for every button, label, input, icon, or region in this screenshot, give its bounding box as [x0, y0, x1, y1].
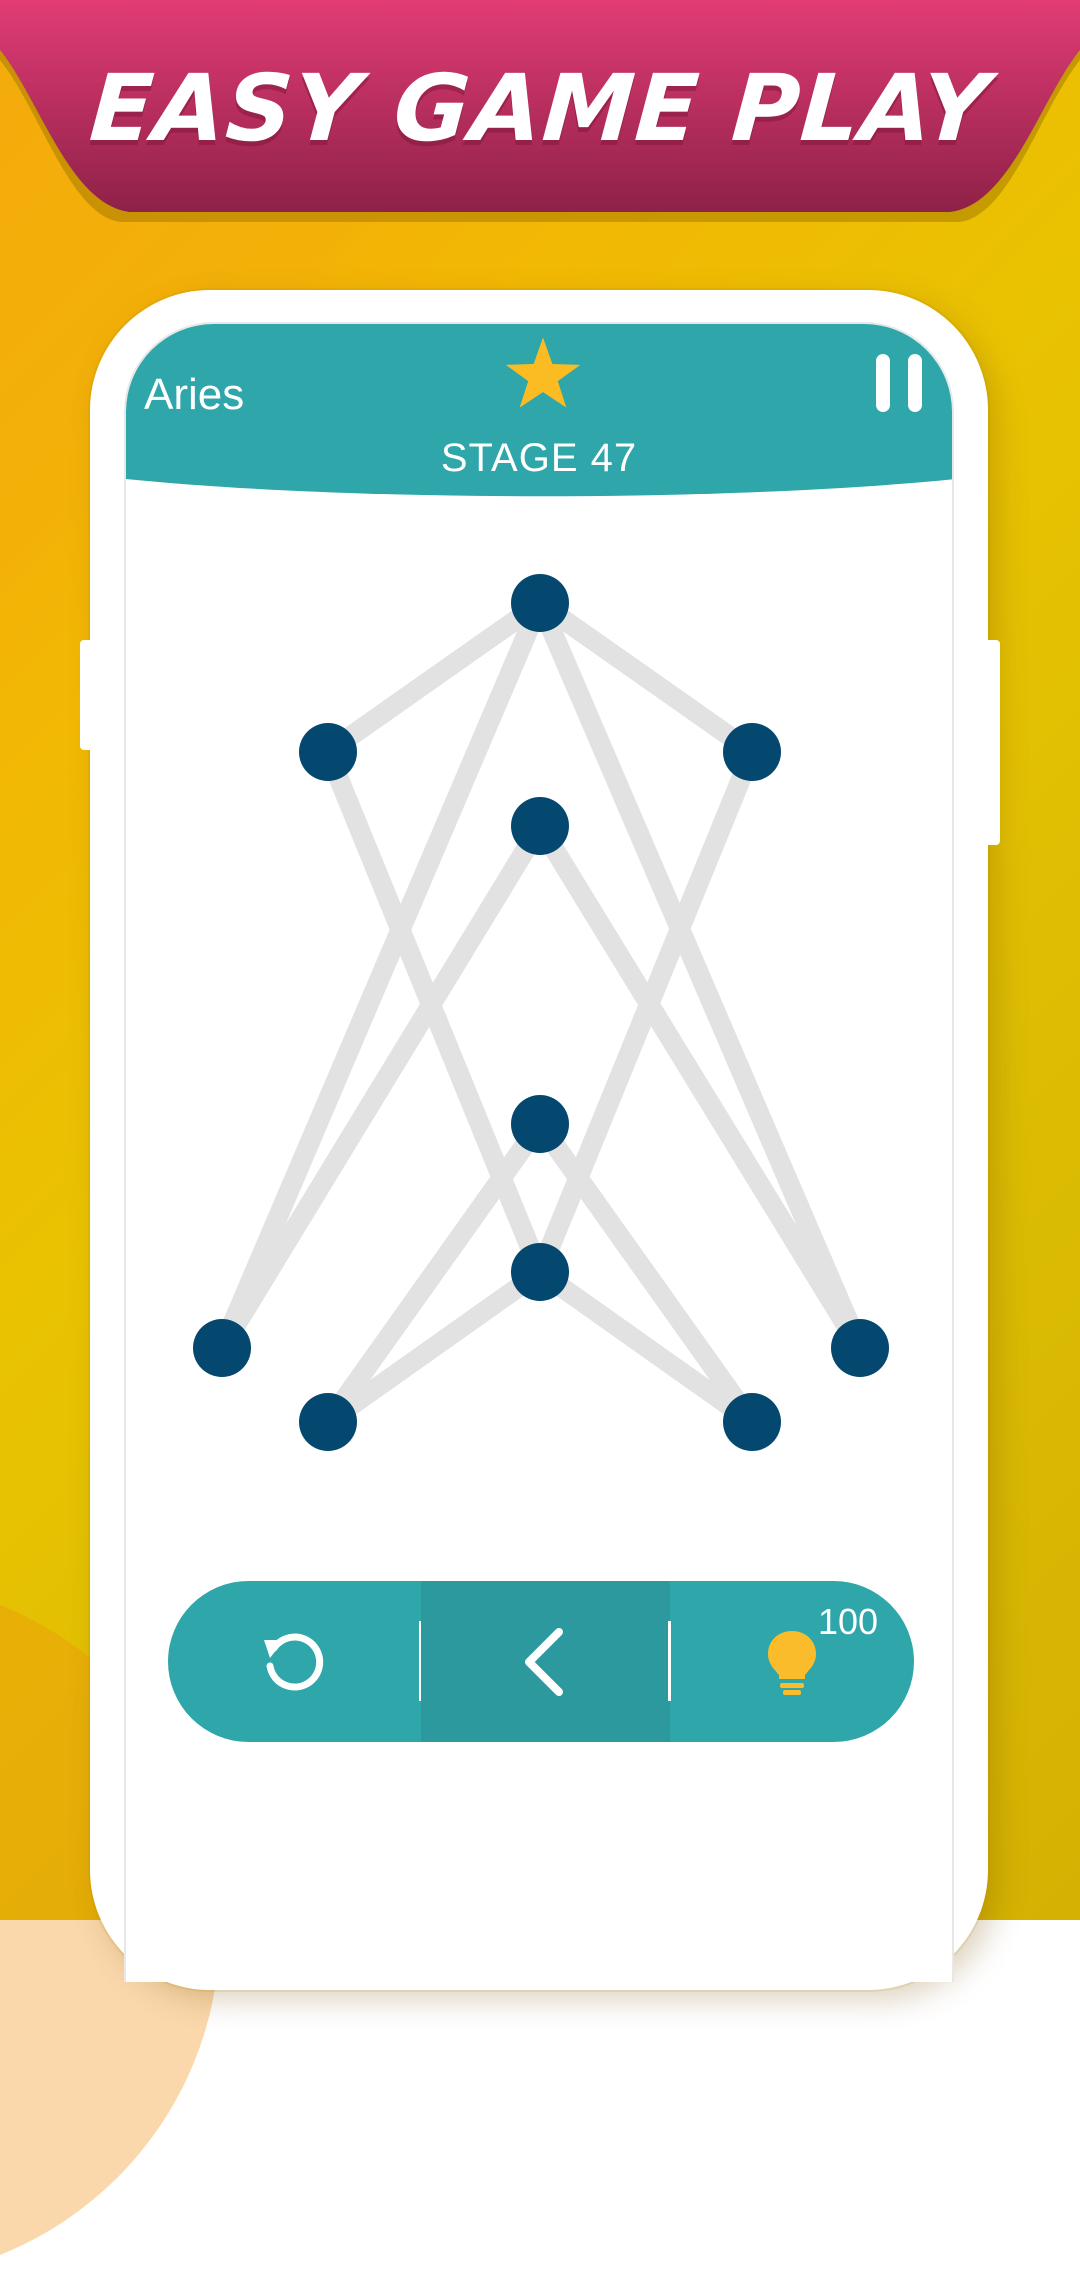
- pause-button[interactable]: [874, 354, 926, 416]
- puzzle-dot[interactable]: [511, 1095, 569, 1153]
- pause-icon-bar-left: [876, 354, 890, 412]
- bottom-toolbar: 100: [168, 1581, 914, 1742]
- undo-button[interactable]: [421, 1581, 670, 1742]
- restart-button[interactable]: [168, 1581, 421, 1742]
- puzzle-dot[interactable]: [511, 797, 569, 855]
- puzzle-dot[interactable]: [299, 1393, 357, 1451]
- hint-count: 100: [818, 1601, 879, 1642]
- banner-title: EASY GAME PLAY: [86, 55, 994, 162]
- puzzle-dot[interactable]: [723, 1393, 781, 1451]
- level-name: Aries: [144, 370, 245, 419]
- puzzle-dot[interactable]: [299, 723, 357, 781]
- pause-icon-bar-right: [908, 354, 922, 412]
- stage-label: STAGE 47: [440, 436, 638, 480]
- back-arrow-icon: [525, 1628, 563, 1696]
- puzzle-dot[interactable]: [511, 1243, 569, 1301]
- star-icon: [505, 337, 581, 408]
- lightbulb-icon: [768, 1631, 816, 1695]
- phone-side-button-left: [80, 640, 94, 750]
- puzzle-dot[interactable]: [831, 1319, 889, 1377]
- puzzle-dot[interactable]: [193, 1319, 251, 1377]
- puzzle-dot[interactable]: [723, 723, 781, 781]
- restart-icon: [264, 1633, 324, 1691]
- puzzle-dot[interactable]: [511, 574, 569, 632]
- phone-side-button-right: [984, 640, 1000, 845]
